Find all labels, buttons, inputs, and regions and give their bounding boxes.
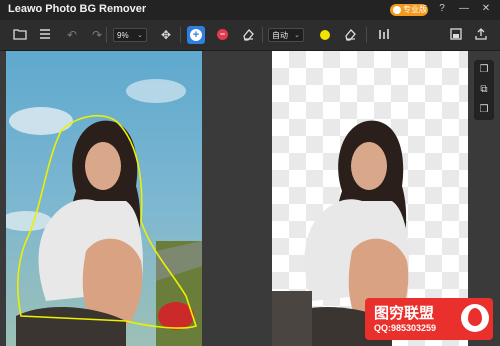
brush-color-swatch[interactable] [320, 30, 330, 40]
move-icon[interactable]: ✥ [158, 27, 174, 43]
remove-brush-button[interactable]: − [217, 29, 228, 40]
undo-icon[interactable]: ↶ [64, 27, 80, 43]
watermark-title: 图穷联盟 [374, 305, 435, 322]
toolbar-divider [366, 27, 367, 43]
pro-badge[interactable]: 专业版 [390, 4, 428, 16]
app-title: Leawo Photo BG Remover [8, 3, 147, 15]
redo-icon[interactable]: ↷ [89, 27, 105, 43]
stack-icon[interactable]: ❒ [477, 103, 491, 117]
share-icon[interactable] [473, 27, 489, 43]
zoom-select[interactable]: 9% ⌄ [113, 28, 147, 42]
keep-brush-button[interactable]: + [187, 26, 205, 44]
menu-icon[interactable] [37, 27, 53, 43]
copy-icon[interactable]: ⧉ [477, 83, 491, 97]
title-bar: Leawo Photo BG Remover 专业版 ? — ✕ [0, 0, 500, 20]
side-panel: ❐ ⧉ ❒ [474, 60, 494, 120]
close-icon[interactable]: ✕ [480, 3, 492, 15]
toolbar-divider [180, 27, 181, 43]
layer-icon[interactable]: ❐ [477, 63, 491, 77]
eraser-icon[interactable] [342, 27, 358, 43]
watermark-banner: 图穷联盟 QQ:985303259 [365, 298, 493, 340]
flame-icon [461, 304, 489, 332]
minimize-icon[interactable]: — [458, 3, 470, 15]
original-photo[interactable] [6, 51, 202, 346]
adjust-icon[interactable] [376, 27, 392, 43]
eraser-icon[interactable] [240, 27, 256, 43]
crown-icon [393, 6, 401, 14]
toolbar-divider [106, 27, 107, 43]
save-icon[interactable] [448, 27, 464, 43]
pro-label: 专业版 [403, 5, 427, 14]
help-icon[interactable]: ? [436, 3, 448, 15]
keep-brush-icon: + [190, 29, 202, 41]
zoom-value: 9% [117, 31, 129, 40]
mode-select[interactable]: 自动 ⌄ [268, 28, 304, 42]
chevron-down-icon: ⌄ [294, 32, 300, 39]
watermark-qq: QQ:985303259 [374, 323, 437, 333]
mode-value: 自动 [272, 31, 288, 40]
folder-icon[interactable] [12, 27, 28, 43]
chevron-down-icon: ⌄ [137, 32, 143, 39]
toolbar-divider [262, 27, 263, 43]
